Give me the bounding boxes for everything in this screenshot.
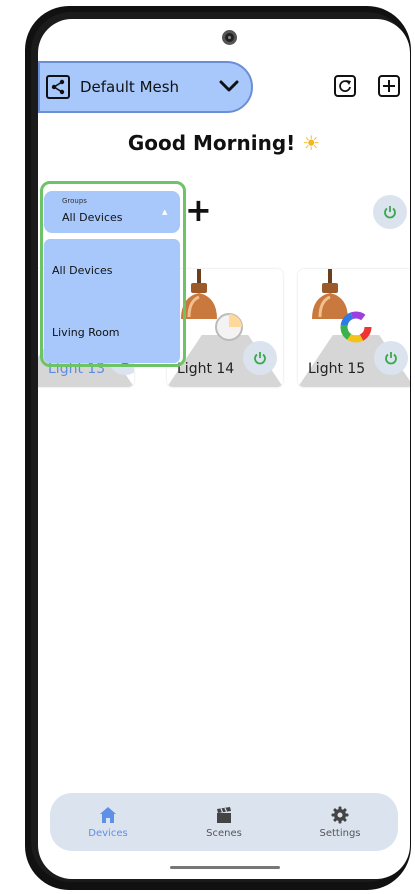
power-icon — [254, 352, 266, 365]
app-screen: Default Mesh Good Morning! ☀ Groups All … — [38, 19, 410, 879]
bottom-nav: Devices Scenes Settings — [50, 793, 398, 851]
gear-icon — [331, 806, 349, 823]
mesh-selector[interactable]: Default Mesh — [38, 61, 253, 113]
home-indicator — [170, 866, 280, 869]
sun-icon: ☀ — [302, 131, 321, 155]
power-icon — [384, 206, 396, 219]
device-name: Light 14 — [177, 361, 235, 377]
clapperboard-icon — [217, 806, 231, 823]
nav-devices-label: Devices — [88, 827, 128, 839]
plus-icon — [383, 80, 395, 92]
share-icon[interactable] — [46, 75, 70, 99]
add-device-button[interactable] — [378, 75, 400, 97]
pendant-lamp-icon — [312, 269, 372, 343]
home-icon — [100, 806, 116, 823]
mesh-name: Default Mesh — [80, 78, 180, 96]
front-camera — [222, 30, 237, 45]
nav-settings-label: Settings — [319, 827, 361, 839]
device-power-button[interactable] — [243, 341, 277, 375]
nav-scenes[interactable]: Scenes — [166, 793, 282, 851]
refresh-icon — [339, 80, 351, 92]
chevron-down-icon[interactable] — [219, 78, 239, 97]
highlight-box — [40, 181, 186, 367]
device-name: Light 15 — [308, 361, 366, 377]
power-icon — [385, 352, 397, 365]
greeting-text: Good Morning! — [127, 131, 296, 155]
all-power-button[interactable] — [373, 195, 407, 229]
nav-scenes-label: Scenes — [206, 827, 242, 839]
add-group-button[interactable]: + — [185, 194, 212, 226]
device-card-light-15[interactable]: Light 15 — [298, 269, 410, 387]
nav-settings[interactable]: Settings — [282, 793, 398, 851]
nav-devices[interactable]: Devices — [50, 793, 166, 851]
device-power-button[interactable] — [374, 341, 408, 375]
refresh-button[interactable] — [334, 75, 356, 97]
greeting: Good Morning! ☀ — [38, 131, 410, 155]
